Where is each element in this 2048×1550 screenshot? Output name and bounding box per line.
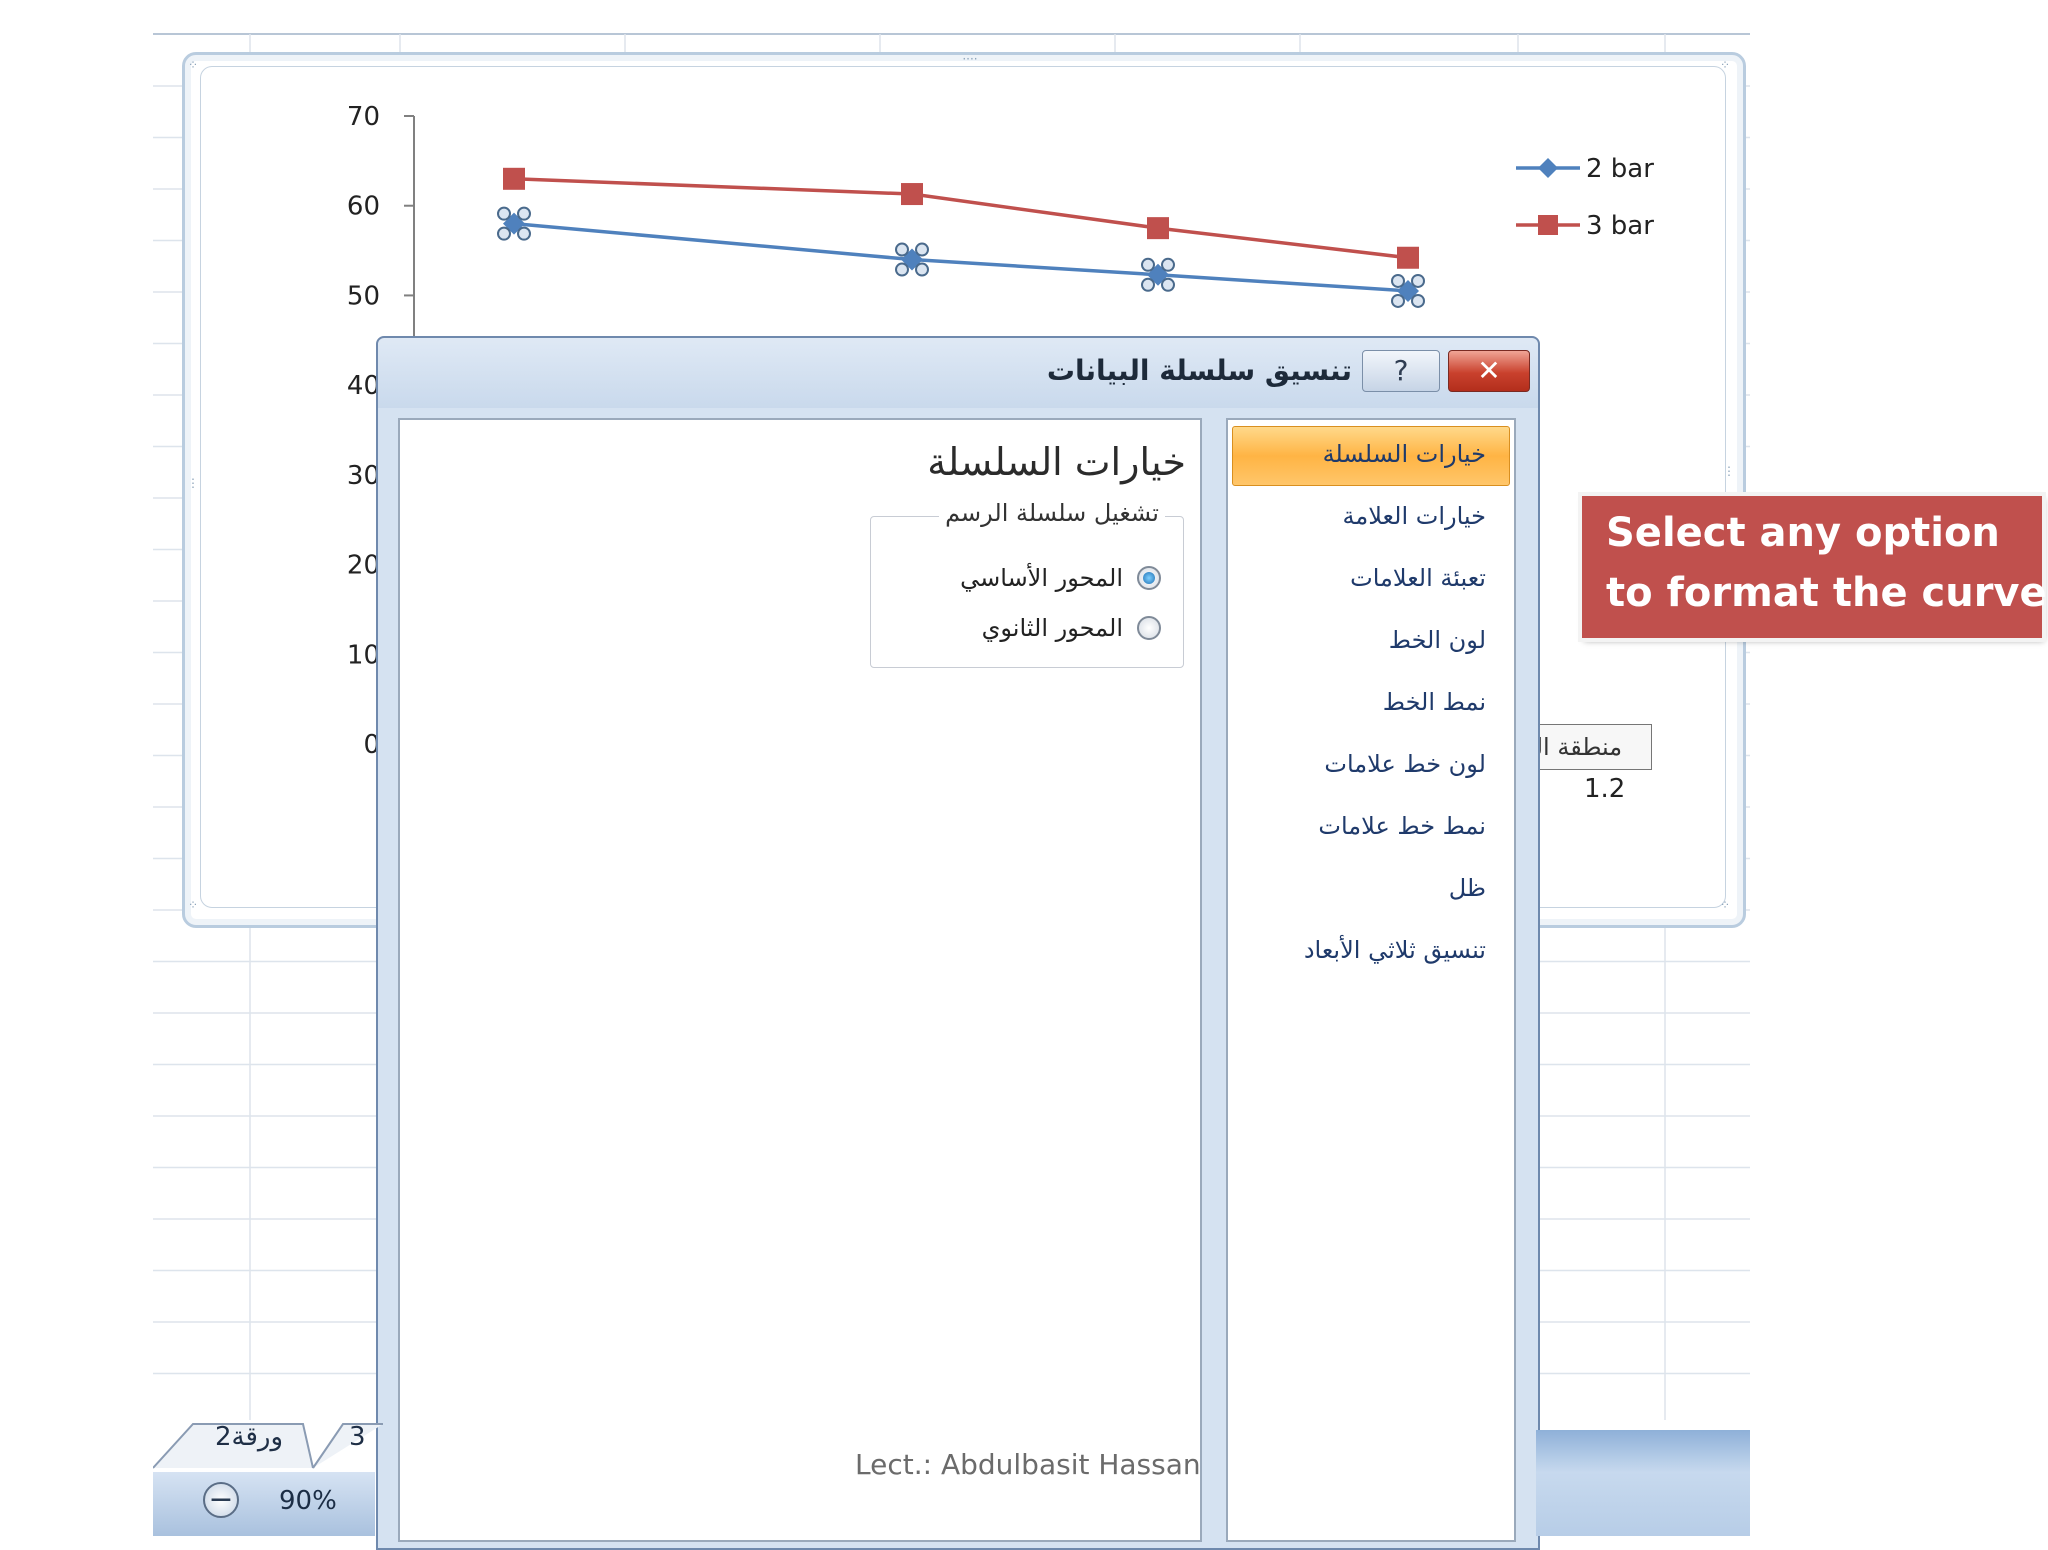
group-title: تشغيل سلسلة الرسم bbox=[939, 499, 1165, 527]
resize-handle-left[interactable]: ⋮ bbox=[186, 476, 200, 490]
lecturer-watermark: Lect.: Abdulbasit Hassan bbox=[855, 1448, 1201, 1481]
resize-handle-top[interactable]: ···· bbox=[950, 52, 990, 66]
dialog-titlebar[interactable]: تنسيق سلسلة البيانات ? ✕ bbox=[378, 338, 1538, 406]
radio-primary-label: المحور الأساسي bbox=[960, 564, 1123, 592]
instruction-callout: Select any option to format the curve bbox=[1582, 496, 2047, 638]
nav-item-marker-fill[interactable]: تعبئة العلامات bbox=[1350, 564, 1486, 592]
plot-series-on-group: تشغيل سلسلة الرسم المحور الأساسي المحور … bbox=[870, 499, 1184, 668]
nav-item-series-options[interactable]: خيارات السلسلة bbox=[1323, 440, 1486, 468]
zoom-out-button[interactable]: − bbox=[203, 1482, 239, 1518]
resize-handle-right[interactable]: ⋮ bbox=[1722, 464, 1736, 478]
format-data-series-dialog: تنسيق سلسلة البيانات ? ✕ خيارات السلسلة … bbox=[376, 336, 1540, 1550]
callout-line-2: to format the curve bbox=[1606, 570, 2047, 616]
nav-item-shadow[interactable]: ظل bbox=[1449, 874, 1486, 902]
help-button[interactable]: ? bbox=[1362, 350, 1440, 392]
callout-line-1: Select any option bbox=[1606, 510, 2000, 556]
nav-item-3d-format[interactable]: تنسيق ثلاثي الأبعاد bbox=[1304, 936, 1486, 964]
sheet-tab-3[interactable]: 3 bbox=[349, 1422, 366, 1468]
nav-item-marker-options[interactable]: خيارات العلامة bbox=[1343, 502, 1486, 530]
options-panel: خيارات السلسلة تشغيل سلسلة الرسم المحور … bbox=[398, 418, 1202, 1542]
nav-item-line-style[interactable]: نمط الخط bbox=[1383, 688, 1486, 716]
nav-item-marker-line-style[interactable]: نمط خط علامات bbox=[1318, 812, 1486, 840]
category-list: خيارات السلسلة خيارات العلامة تعبئة العل… bbox=[1226, 418, 1516, 1542]
radio-primary-button[interactable] bbox=[1137, 566, 1161, 590]
resize-handle-top-right[interactable]: ⁘ bbox=[1718, 58, 1732, 72]
sheet-tab-2[interactable]: ورقة2 bbox=[215, 1422, 283, 1468]
radio-secondary-button[interactable] bbox=[1137, 616, 1161, 640]
nav-item-line-color[interactable]: لون الخط bbox=[1389, 626, 1486, 654]
radio-primary-axis[interactable]: المحور الأساسي bbox=[960, 561, 1161, 595]
resize-handle-top-left[interactable]: ⁘ bbox=[186, 58, 200, 72]
radio-secondary-label: المحور الثانوي bbox=[981, 614, 1123, 642]
horizontal-scrollbar-area[interactable] bbox=[1536, 1430, 1750, 1536]
close-button[interactable]: ✕ bbox=[1448, 350, 1530, 392]
section-title: خيارات السلسلة bbox=[927, 440, 1186, 484]
status-bar: − 90% bbox=[153, 1472, 375, 1536]
radio-secondary-axis[interactable]: المحور الثانوي bbox=[982, 611, 1161, 645]
resize-handle-bottom-left[interactable]: ⁘ bbox=[186, 898, 200, 912]
nav-item-marker-line-color[interactable]: لون خط علامات bbox=[1324, 750, 1486, 778]
dialog-title: تنسيق سلسلة البيانات bbox=[1046, 354, 1352, 387]
zoom-level[interactable]: 90% bbox=[279, 1486, 337, 1516]
sheet-tabs-bar: ورقة2 3 bbox=[153, 1420, 753, 1472]
resize-handle-bottom-right[interactable]: ⁘ bbox=[1718, 898, 1732, 912]
axis-value-label: 1.2 bbox=[1584, 774, 1626, 804]
